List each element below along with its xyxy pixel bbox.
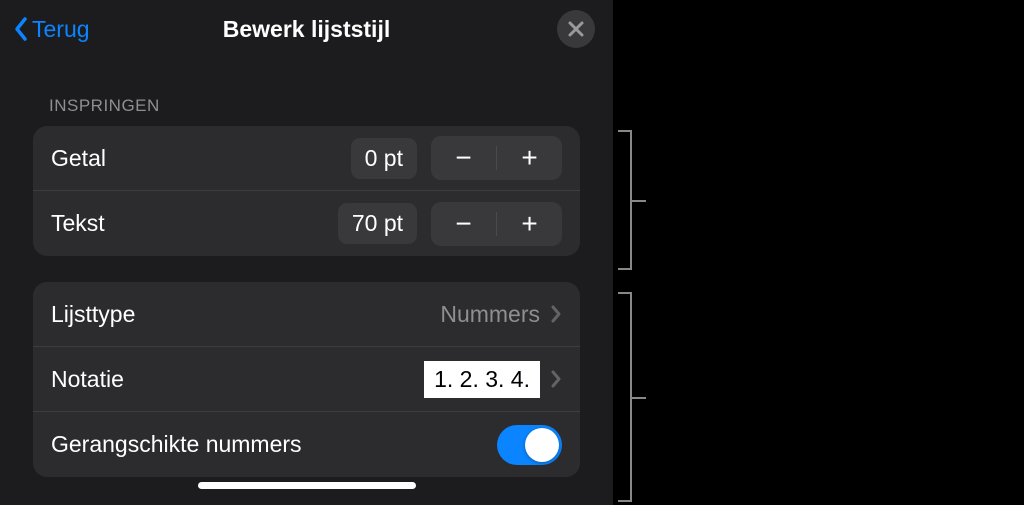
notation-row[interactable]: Notatie 1. 2. 3. 4. xyxy=(33,347,580,412)
indent-number-decrement[interactable]: − xyxy=(431,136,496,180)
indent-text-stepper: − + xyxy=(431,202,562,246)
notation-value: 1. 2. 3. 4. xyxy=(424,361,540,398)
back-label: Terug xyxy=(32,16,90,43)
close-button[interactable] xyxy=(557,10,595,48)
indent-group: Getal 0 pt − + Tekst 70 pt − + xyxy=(33,126,580,256)
indent-number-label: Getal xyxy=(51,145,351,172)
chevron-left-icon xyxy=(12,15,30,43)
indent-number-row: Getal 0 pt − + xyxy=(33,126,580,191)
list-type-value: Nummers xyxy=(440,301,540,328)
indent-text-row: Tekst 70 pt − + xyxy=(33,191,580,256)
indent-number-value[interactable]: 0 pt xyxy=(351,138,417,179)
callout-bracket-list xyxy=(618,292,632,502)
indent-text-label: Tekst xyxy=(51,210,338,237)
list-type-label: Lijsttype xyxy=(51,301,440,328)
home-indicator xyxy=(198,482,416,489)
panel-title: Bewerk lijststijl xyxy=(223,16,390,43)
list-settings-group: Lijsttype Nummers Notatie 1. 2. 3. 4. Ge… xyxy=(33,282,580,477)
section-header-indent: INSPRINGEN xyxy=(0,56,613,126)
list-type-row[interactable]: Lijsttype Nummers xyxy=(33,282,580,347)
indent-number-stepper: − + xyxy=(431,136,562,180)
notation-label: Notatie xyxy=(51,366,424,393)
ranked-numbers-toggle[interactable] xyxy=(497,425,562,465)
close-icon xyxy=(567,20,585,38)
indent-number-increment[interactable]: + xyxy=(497,136,562,180)
toggle-knob xyxy=(525,428,559,462)
back-button[interactable]: Terug xyxy=(12,15,90,43)
ranked-numbers-label: Gerangschikte nummers xyxy=(51,431,497,458)
indent-text-decrement[interactable]: − xyxy=(431,202,496,246)
edit-list-style-panel: Terug Bewerk lijststijl INSPRINGEN Getal… xyxy=(0,0,613,505)
indent-text-value[interactable]: 70 pt xyxy=(338,203,417,244)
chevron-right-icon xyxy=(550,369,562,389)
indent-text-increment[interactable]: + xyxy=(497,202,562,246)
callout-bracket-indent xyxy=(618,130,632,270)
chevron-right-icon xyxy=(550,304,562,324)
ranked-numbers-row: Gerangschikte nummers xyxy=(33,412,580,477)
panel-header: Terug Bewerk lijststijl xyxy=(0,0,613,56)
